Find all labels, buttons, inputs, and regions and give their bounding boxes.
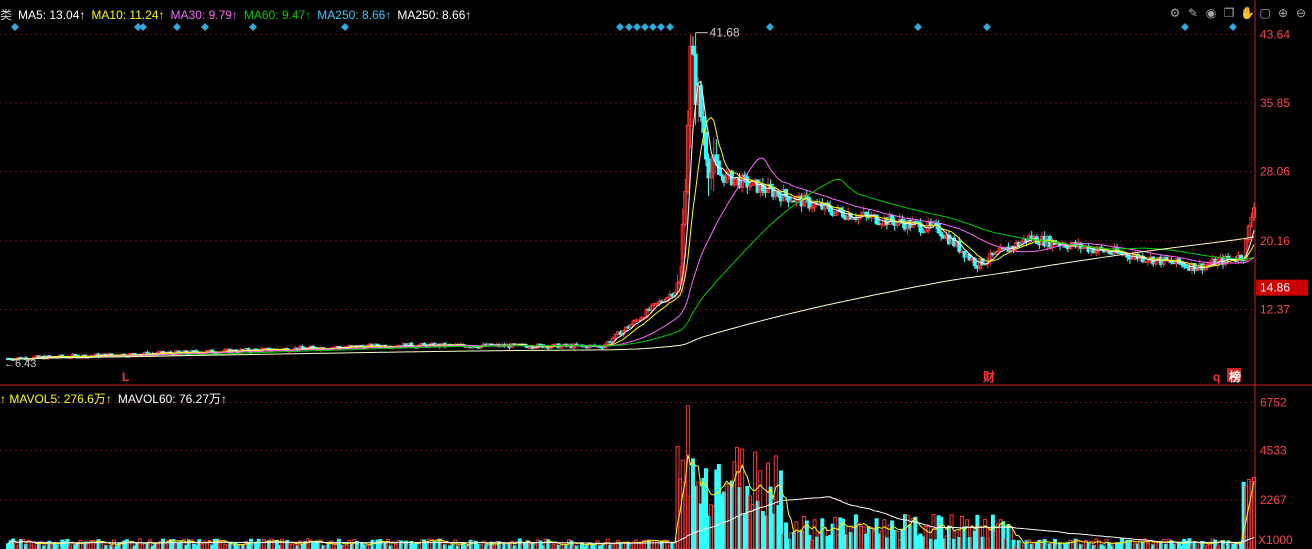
eye-icon[interactable]: ◉ [1204,6,1218,20]
ma-header: 类 MA5: 13.04↑ MA10: 11.24↑ MA30: 9.79↑ MA60:… [0,6,477,23]
candle-body [691,45,696,55]
volume-unit-label: X1000 [1258,533,1293,547]
candle-body [703,131,708,160]
price-tick-label: 28.06 [1260,164,1290,178]
signal-diamond-icon [657,23,665,31]
zoom-out-icon[interactable]: ⊖ [1294,6,1308,20]
signal-diamond-icon [616,23,624,31]
signal-diamond-icon [649,23,657,31]
event-marker: 财 [982,369,995,384]
zoom-in-icon[interactable]: ⊕ [1276,6,1290,20]
vol-label: MAVOL60: 76.27万↑ [117,392,227,406]
event-marker: 榜 [1229,369,1241,384]
stock-chart: 43.64 35.85 28.06 20.16 12.37 6752 4533 2267 X10… [0,0,1312,549]
ma-label: MA60: 9.47↑ [243,8,312,22]
price-tick-label: 43.64 [1260,27,1290,41]
signal-diamond-icon [201,23,209,31]
copy-icon[interactable]: ❐ [1222,6,1236,20]
ma60-line [7,178,1255,360]
candle-body [714,154,719,162]
signal-diamond-icon [983,23,991,31]
price-tick-label: 12.37 [1260,303,1290,317]
chart-toolbar: ⚙ ✎ ◉ ❐ ✋ ▢ ⊕ ⊖ [1168,6,1308,20]
ma10-line [7,116,1255,360]
ma250-line [7,236,1255,360]
min-price-label: ←6.43 [4,358,36,370]
signal-diamond-icon [641,23,649,31]
signal-diamond-icon [914,23,922,31]
ma-label: 类 [0,8,13,22]
volume-tick-label: 4533 [1260,444,1287,458]
ma5-line [7,80,1255,360]
vol-label: ↑ MAVOL5: 276.6万↑ [0,392,112,406]
event-marker: L [122,370,129,384]
signal-diamond-icon [766,23,774,31]
mavol60-line [7,496,1255,545]
price-tick-label: 20.16 [1260,234,1290,248]
signal-diamond-icon [173,23,181,31]
event-marker: q [1213,370,1220,384]
signal-diamond-icon [666,23,674,31]
signal-diamond-icon [249,23,257,31]
signal-diamond-icon [1181,23,1189,31]
volume-tick-label: 6752 [1260,396,1287,410]
ma-label: MA250: 8.66↑ [397,8,472,22]
signal-diamond-icon [625,23,633,31]
volume-tick-label: 2267 [1260,493,1287,507]
signal-diamond-icon [633,23,641,31]
settings-icon[interactable]: ⚙ [1168,6,1182,20]
signal-diamond-icon [139,23,147,31]
pen-icon[interactable]: ✎ [1186,6,1200,20]
volume-header: ↑ MAVOL5: 276.6万↑ MAVOL60: 76.27万↑ [0,390,233,407]
ma-label: MA30: 9.79↑ [170,8,238,22]
signal-diamond-icon [11,23,19,31]
hand-icon[interactable]: ✋ [1240,6,1255,20]
lock-icon[interactable]: ▢ [1258,6,1272,20]
current-price-label: 14.86 [1260,281,1290,295]
price-tick-label: 35.85 [1260,96,1290,110]
ma-label: MA5: 13.04↑ [18,8,86,22]
ma-label: MA10: 11.24↑ [91,8,165,22]
max-price-label: 41.68 [710,26,740,40]
ma-label: MA250: 8.66↑ [317,8,392,22]
signal-diamond-icon [1229,23,1237,31]
signal-diamond-icon [341,23,349,31]
